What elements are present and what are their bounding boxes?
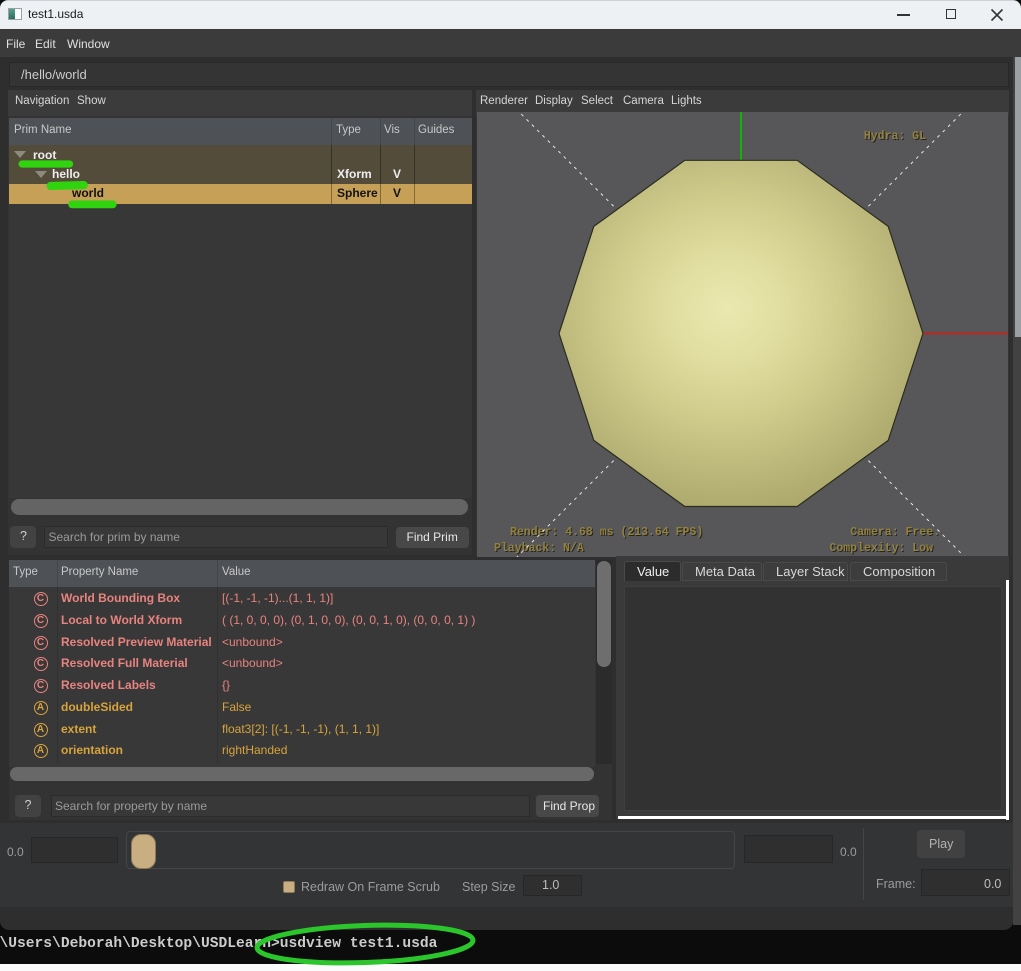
svg-text:Complexity: Low: Complexity: Low <box>829 542 933 555</box>
svg-text:Render: 4.68 ms (213.64 FPS): Render: 4.68 ms (213.64 FPS) <box>510 526 703 539</box>
svg-text:Camera: Free.: Camera: Free. <box>850 526 940 539</box>
svg-text:Playback: N/A: Playback: N/A <box>494 542 584 555</box>
svg-text:Hydra: GL: Hydra: GL <box>864 130 926 143</box>
